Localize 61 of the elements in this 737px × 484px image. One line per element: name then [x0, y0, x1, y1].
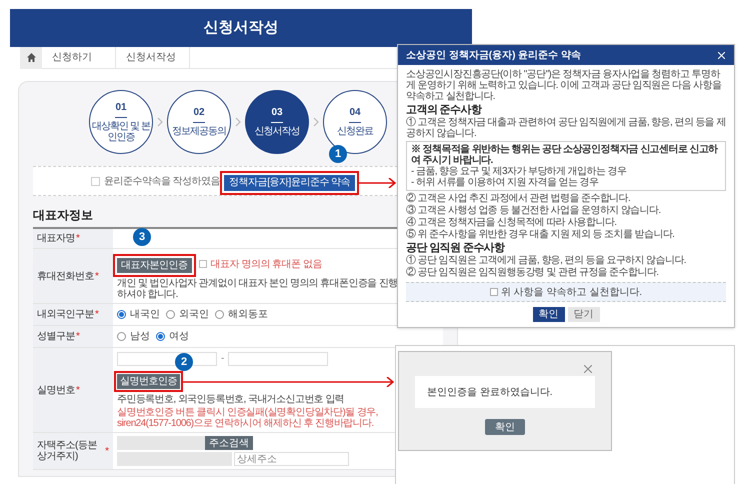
- callout-badge: 2: [175, 353, 193, 371]
- radio-label: 여성: [169, 330, 189, 344]
- step-label: 정보제공동의: [171, 126, 227, 137]
- form-label: 휴대전화번호: [37, 270, 94, 282]
- step-label: 신청완료: [336, 126, 374, 137]
- radio-label: 남성: [130, 330, 150, 344]
- page-title: 신청서작성: [204, 18, 278, 38]
- required-mark: *: [95, 308, 99, 322]
- callout-badge: 3: [133, 228, 151, 246]
- confirm-button[interactable]: 확인: [532, 307, 564, 322]
- pledge-item: ③ 고객은 사행성 업종 등 불건전한 사업을 운영하지 않습니다.: [406, 205, 662, 216]
- step-number: 02: [193, 107, 205, 119]
- close-button[interactable]: 닫기: [568, 307, 600, 322]
- step-label: 대상확인 및 본인인증: [91, 120, 152, 142]
- required-mark: *: [105, 444, 109, 458]
- help-text: 개인 및 법인사업자 관계없이 대표자 본인 명의의 휴대폰인증을 진행하셔야 합니다.: [117, 278, 399, 300]
- message-text: 본인인증을 완료하였습니다.: [427, 386, 553, 400]
- step-number: 04: [349, 107, 361, 119]
- breadcrumb-link[interactable]: 신청하기: [42, 47, 116, 68]
- ethics-pledge-button[interactable]: 정책자금[융자]윤리준수 약속: [224, 174, 356, 190]
- required-mark: *: [76, 384, 80, 398]
- checkbox-label: 대표자 명의의 휴대폰 없음: [210, 258, 322, 272]
- address-search-button[interactable]: 주소검색: [205, 436, 253, 450]
- checkbox-label: 윤리준수약속을 작성하였음: [104, 174, 220, 188]
- step-number: 01: [115, 102, 127, 114]
- form-label: 실명번호: [37, 384, 75, 396]
- verify-representative-button[interactable]: 대표자본인인증: [117, 258, 192, 273]
- checkbox-label: 위 사항을 약속하고 실천합니다.: [500, 286, 642, 300]
- callout-badge: 1: [329, 145, 348, 163]
- intro-text: 소상공인시장진흥공단(이하 "공단")은 정책자금 융자사업을 청렴하고 투명하게 운영하기 위해 노력하고 있습니다. 이에 고객과 공단 임직원은 다음 사항을 약속하고 실천합니다.: [406, 69, 722, 102]
- section-heading: 고객의 준수사항: [406, 105, 483, 116]
- pledge-item: ① 고객은 정책자금 대출과 관련하여 공단 임직원에게 금품, 향응, 편의 등을 제공하지 않습니다.: [406, 117, 726, 139]
- separator-text: -: [221, 352, 224, 366]
- pledge-item: ② 고객은 사업 추진 과정에서 관련 법령을 준수합니다.: [406, 193, 632, 204]
- pledge-item: ④ 고객은 정책자금을 신청목적에 따라 사용합니다.: [406, 217, 618, 228]
- pledge-item: ② 공단 임직원은 임직원행동강령 및 관련 규정을 준수합니다.: [406, 267, 660, 278]
- form-label: 대표자명: [37, 233, 75, 244]
- notice-bullet: - 허위 서류를 이용하여 지원 자격을 얻는 경우: [411, 177, 600, 188]
- confirm-button[interactable]: 확인: [485, 419, 525, 435]
- notice-text: ※ 정책목적을 위반하는 행위는 공단 소상공인정책자금 신고센터로 신고하여 주시기 바랍니다.: [411, 144, 719, 166]
- section-heading: 공단 임직원 준수사항: [406, 243, 506, 254]
- radio-label: 해외동포: [228, 308, 268, 322]
- form-label: 자택주소(등본상거주지): [37, 440, 98, 462]
- notice-bullet: - 금품, 향응 요구 및 제3자가 부당하게 개입하는 경우: [411, 166, 628, 177]
- step-number: 03: [271, 107, 283, 119]
- form-label: 성별구분: [37, 331, 75, 342]
- required-mark: *: [76, 330, 80, 344]
- radio-label: 내국인: [130, 308, 160, 322]
- form-label: 내외국인구분: [37, 309, 94, 320]
- required-mark: *: [76, 232, 80, 246]
- verify-id-button[interactable]: 실명번호인증: [117, 374, 180, 389]
- step-label: 신청서작성: [254, 126, 300, 137]
- pledge-item: ⑤ 위 준수사항을 위반한 경우 대출 지원 제외 등 조치를 받습니다.: [406, 229, 676, 240]
- help-text: 주민등록번호, 외국인등록번호, 국내거소신고번호 입력: [117, 394, 346, 405]
- warning-text: 실명번호인증 버튼 클릭시 인증실패(실명확인당일차단)될 경우, siren24(1577-1006)으로 연락하시어 해제하신 후 진행바랍니다.: [117, 407, 379, 429]
- required-mark: *: [95, 270, 99, 284]
- detail-address-field[interactable]: 상세주소: [234, 452, 349, 466]
- dialog-title: 소상공인 정책자금(융자) 윤리준수 약속: [406, 48, 581, 62]
- pledge-item: ① 공단 임직원은 고객에게 금품, 향응, 편의 등을 요구하지 않습니다.: [406, 255, 687, 266]
- breadcrumb-link[interactable]: 신청서작성: [116, 47, 190, 68]
- radio-label: 외국인: [179, 308, 209, 322]
